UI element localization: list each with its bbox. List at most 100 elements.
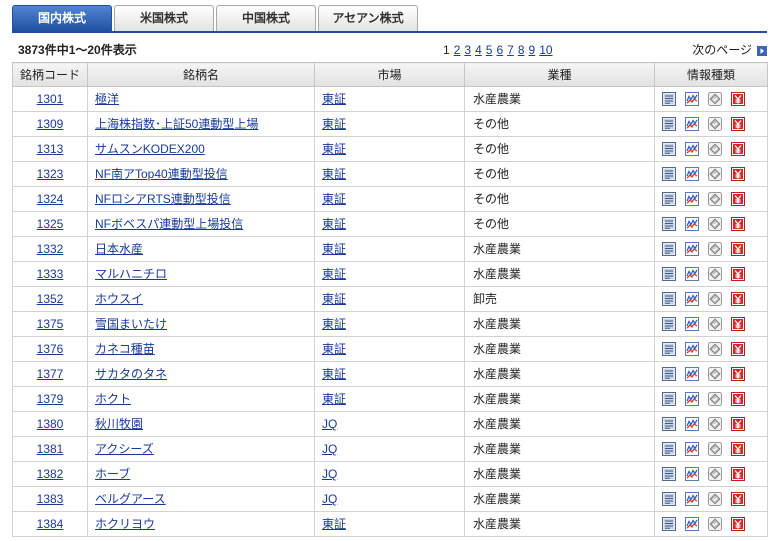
badge-icon[interactable] — [707, 241, 723, 257]
document-icon[interactable] — [661, 291, 677, 307]
badge-icon[interactable] — [707, 316, 723, 332]
chart-icon[interactable] — [684, 366, 700, 382]
market-link[interactable]: 東証 — [322, 142, 346, 156]
stock-name-link[interactable]: マルハニチロ — [95, 267, 167, 281]
stock-code-link[interactable]: 1376 — [37, 342, 64, 356]
pagination-page-link[interactable]: 9 — [529, 43, 536, 57]
stock-name-link[interactable]: 雪国まいたけ — [95, 317, 167, 331]
document-icon[interactable] — [661, 141, 677, 157]
yen-icon[interactable] — [730, 116, 746, 132]
stock-code-link[interactable]: 1380 — [37, 417, 64, 431]
document-icon[interactable] — [661, 391, 677, 407]
next-page-link[interactable]: 次のページ — [692, 43, 752, 57]
document-icon[interactable] — [661, 466, 677, 482]
stock-name-link[interactable]: ホーブ — [95, 467, 130, 481]
market-link[interactable]: 東証 — [322, 267, 346, 281]
yen-icon[interactable] — [730, 416, 746, 432]
badge-icon[interactable] — [707, 91, 723, 107]
stock-name-link[interactable]: 日本水産 — [95, 242, 143, 256]
market-link[interactable]: JQ — [322, 492, 337, 506]
document-icon[interactable] — [661, 116, 677, 132]
chart-icon[interactable] — [684, 466, 700, 482]
chart-icon[interactable] — [684, 391, 700, 407]
stock-name-link[interactable]: アクシーズ — [95, 442, 154, 456]
stock-code-link[interactable]: 1332 — [37, 242, 64, 256]
market-link[interactable]: 東証 — [322, 242, 346, 256]
chart-icon[interactable] — [684, 166, 700, 182]
yen-icon[interactable] — [730, 166, 746, 182]
market-link[interactable]: 東証 — [322, 367, 346, 381]
chart-icon[interactable] — [684, 291, 700, 307]
tab-china-stocks[interactable]: 中国株式 — [216, 5, 316, 32]
document-icon[interactable] — [661, 216, 677, 232]
stock-name-link[interactable]: ホウスイ — [95, 292, 143, 306]
pagination-page-link[interactable]: 4 — [475, 43, 482, 57]
badge-icon[interactable] — [707, 441, 723, 457]
badge-icon[interactable] — [707, 191, 723, 207]
next-arrow-icon[interactable] — [757, 45, 767, 56]
document-icon[interactable] — [661, 416, 677, 432]
market-link[interactable]: 東証 — [322, 217, 346, 231]
chart-icon[interactable] — [684, 91, 700, 107]
chart-icon[interactable] — [684, 416, 700, 432]
next-page[interactable]: 次のページ — [692, 43, 767, 57]
stock-code-link[interactable]: 1323 — [37, 167, 64, 181]
yen-icon[interactable] — [730, 466, 746, 482]
stock-name-link[interactable]: NFボベスパ連動型上場投信 — [95, 217, 243, 231]
stock-name-link[interactable]: サカタのタネ — [95, 367, 167, 381]
market-link[interactable]: 東証 — [322, 392, 346, 406]
yen-icon[interactable] — [730, 441, 746, 457]
yen-icon[interactable] — [730, 216, 746, 232]
document-icon[interactable] — [661, 516, 677, 532]
yen-icon[interactable] — [730, 91, 746, 107]
yen-icon[interactable] — [730, 516, 746, 532]
yen-icon[interactable] — [730, 366, 746, 382]
yen-icon[interactable] — [730, 191, 746, 207]
chart-icon[interactable] — [684, 316, 700, 332]
stock-code-link[interactable]: 1384 — [37, 517, 64, 531]
pagination-page-link[interactable]: 8 — [518, 43, 525, 57]
badge-icon[interactable] — [707, 516, 723, 532]
badge-icon[interactable] — [707, 416, 723, 432]
yen-icon[interactable] — [730, 391, 746, 407]
document-icon[interactable] — [661, 316, 677, 332]
stock-code-link[interactable]: 1379 — [37, 392, 64, 406]
badge-icon[interactable] — [707, 266, 723, 282]
market-link[interactable]: JQ — [322, 467, 337, 481]
market-link[interactable]: 東証 — [322, 342, 346, 356]
badge-icon[interactable] — [707, 491, 723, 507]
market-link[interactable]: 東証 — [322, 117, 346, 131]
chart-icon[interactable] — [684, 216, 700, 232]
stock-code-link[interactable]: 1301 — [37, 92, 64, 106]
document-icon[interactable] — [661, 491, 677, 507]
badge-icon[interactable] — [707, 216, 723, 232]
market-link[interactable]: 東証 — [322, 92, 346, 106]
yen-icon[interactable] — [730, 491, 746, 507]
pagination-page-link[interactable]: 7 — [507, 43, 514, 57]
stock-name-link[interactable]: NF南アTop40連動型投信 — [95, 167, 228, 181]
pagination-page-link[interactable]: 5 — [486, 43, 493, 57]
stock-name-link[interactable]: カネコ種苗 — [95, 342, 155, 356]
market-link[interactable]: 東証 — [322, 517, 346, 531]
stock-code-link[interactable]: 1324 — [37, 192, 64, 206]
chart-icon[interactable] — [684, 191, 700, 207]
document-icon[interactable] — [661, 91, 677, 107]
chart-icon[interactable] — [684, 141, 700, 157]
stock-code-link[interactable]: 1383 — [37, 492, 64, 506]
stock-code-link[interactable]: 1375 — [37, 317, 64, 331]
badge-icon[interactable] — [707, 466, 723, 482]
chart-icon[interactable] — [684, 491, 700, 507]
yen-icon[interactable] — [730, 141, 746, 157]
chart-icon[interactable] — [684, 516, 700, 532]
stock-name-link[interactable]: 上海株指数･上証50連動型上場 — [95, 117, 258, 131]
chart-icon[interactable] — [684, 341, 700, 357]
tab-domestic-stocks[interactable]: 国内株式 — [12, 5, 112, 32]
chart-icon[interactable] — [684, 441, 700, 457]
stock-code-link[interactable]: 1309 — [37, 117, 64, 131]
yen-icon[interactable] — [730, 241, 746, 257]
badge-icon[interactable] — [707, 166, 723, 182]
market-link[interactable]: 東証 — [322, 167, 346, 181]
document-icon[interactable] — [661, 341, 677, 357]
badge-icon[interactable] — [707, 116, 723, 132]
stock-code-link[interactable]: 1352 — [37, 292, 64, 306]
